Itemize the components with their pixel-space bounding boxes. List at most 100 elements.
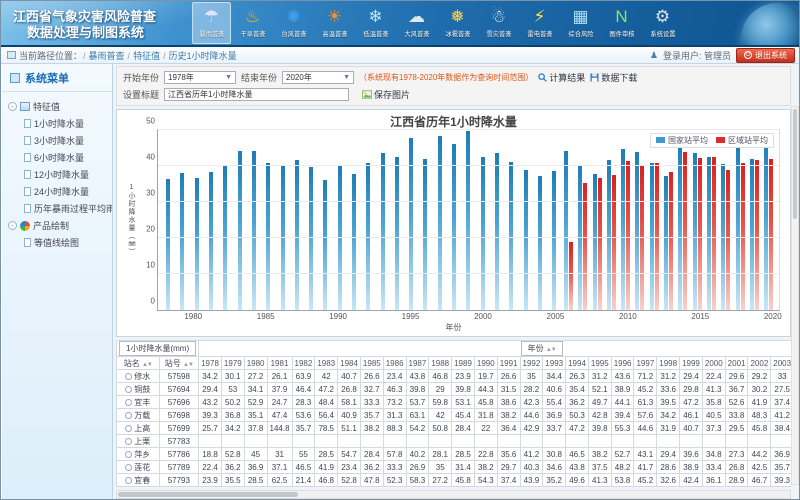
start-year-select[interactable]: 1978年▼ xyxy=(164,71,236,84)
sidebar-item-0-2[interactable]: 6小时降水量 xyxy=(24,149,110,166)
high-temp-survey-icon: ☀ xyxy=(323,5,347,29)
year-column-header[interactable]: 1989 xyxy=(452,357,475,370)
year-column-header[interactable]: 2001 xyxy=(725,357,748,370)
expander-icon[interactable]: - xyxy=(8,221,17,230)
scrollbar-thumb[interactable] xyxy=(793,109,797,219)
year-column-header[interactable]: 1985 xyxy=(360,357,383,370)
station-radio[interactable] xyxy=(125,477,132,484)
value-cell: 35.4 xyxy=(566,383,589,396)
year-column-header[interactable]: 1996 xyxy=(611,357,634,370)
bar-1988-national xyxy=(309,167,313,310)
station-radio[interactable] xyxy=(125,399,132,406)
toolbar-item-system-settings[interactable]: ⚙系统设置 xyxy=(643,2,682,44)
year-column-header[interactable]: 1997 xyxy=(634,357,657,370)
year-column-header[interactable]: 2002 xyxy=(748,357,771,370)
value-cell: 28.5 xyxy=(315,448,338,461)
value-cell: 39.8 xyxy=(588,422,611,435)
breadcrumb-item-0[interactable]: 暴雨普查 xyxy=(89,51,125,61)
year-column-header[interactable]: 1988 xyxy=(429,357,452,370)
expander-icon[interactable]: - xyxy=(8,102,17,111)
station-radio[interactable] xyxy=(125,412,132,419)
sidebar-item-label: 24小时降水量 xyxy=(34,185,89,198)
year-column-header[interactable]: 1987 xyxy=(406,357,429,370)
value-cell: 38.2 xyxy=(474,461,497,474)
year-column-header[interactable]: 1980 xyxy=(244,357,267,370)
toolbar-item-lightning-survey[interactable]: ⚡雷电普查 xyxy=(520,2,559,44)
save-image-button[interactable]: 保存图片 xyxy=(362,88,410,101)
year-column-header[interactable]: 1981 xyxy=(267,357,292,370)
year-column-header[interactable]: 1995 xyxy=(588,357,611,370)
scrollbar-thumb[interactable] xyxy=(118,492,298,497)
unit-selector-button[interactable]: 1小时降水量(mm) xyxy=(119,341,196,356)
year-column-header[interactable]: 1983 xyxy=(315,357,338,370)
vertical-scrollbar[interactable] xyxy=(791,106,799,485)
y-tick-label: 40 xyxy=(146,153,155,162)
station-id-cell: 57789 xyxy=(159,461,199,474)
year-column-header[interactable]: 1999 xyxy=(680,357,703,370)
bar-group-2013 xyxy=(661,130,675,310)
sidebar-item-0-0[interactable]: 1小时降水量 xyxy=(24,115,110,132)
toolbar-item-map-review[interactable]: N图件审核 xyxy=(602,2,641,44)
station-radio[interactable] xyxy=(125,438,132,445)
year-column-header[interactable]: 1993 xyxy=(543,357,566,370)
station-name-sort-header[interactable]: 站名 ▲▼ xyxy=(117,357,160,370)
year-column-header[interactable]: 1979 xyxy=(221,357,244,370)
toolbar-item-hail-survey[interactable]: ❅冰雹普查 xyxy=(438,2,477,44)
sidebar-group-0[interactable]: -特征值 xyxy=(8,98,110,115)
value-cell: 58.3 xyxy=(406,474,429,487)
station-id-sort-header[interactable]: 站号 ▲▼ xyxy=(159,357,199,370)
x-axis-label: 年份 xyxy=(123,322,784,333)
end-year-select[interactable]: 2020年▼ xyxy=(282,71,354,84)
logout-button[interactable]: ⏻ 退出系统 xyxy=(736,48,795,63)
station-radio[interactable] xyxy=(125,464,132,471)
power-icon: ⏻ xyxy=(744,51,752,59)
bar-group-2002 xyxy=(504,130,518,310)
year-column-header[interactable]: 1986 xyxy=(383,357,406,370)
toolbar-item-high-temp-survey[interactable]: ☀高温普查 xyxy=(315,2,354,44)
sidebar-item-0-3[interactable]: 12小时降水量 xyxy=(24,166,110,183)
year-column-header[interactable]: 1998 xyxy=(657,357,680,370)
year-column-header[interactable]: 1982 xyxy=(292,357,315,370)
toolbar-item-low-temp-survey[interactable]: ❄低温普查 xyxy=(356,2,395,44)
toolbar-item-drought-survey[interactable]: ♨干旱普查 xyxy=(233,2,272,44)
value-cell: 31.2 xyxy=(588,370,611,383)
year-column-header[interactable]: 1994 xyxy=(566,357,589,370)
value-cell: 30.8 xyxy=(543,448,566,461)
year-column-header[interactable]: 1992 xyxy=(520,357,543,370)
year-sort-header[interactable]: 年份 ▲▼ xyxy=(521,341,563,356)
bar-2016-national xyxy=(707,157,711,310)
toolbar-item-typhoon-survey[interactable]: ✺台风普查 xyxy=(274,2,313,44)
bar-1996-national xyxy=(423,159,427,310)
value-cell xyxy=(543,435,566,448)
toolbar-item-gale-survey[interactable]: ☁大风普查 xyxy=(397,2,436,44)
year-column-header[interactable]: 1991 xyxy=(497,357,520,370)
station-radio[interactable] xyxy=(125,425,132,432)
year-column-header[interactable]: 1978 xyxy=(199,357,222,370)
sidebar-group-1[interactable]: -产品绘制 xyxy=(8,217,110,234)
year-column-header[interactable]: 2000 xyxy=(702,357,725,370)
toolbar-item-comprehensive-risk[interactable]: ▦综合风险 xyxy=(561,2,600,44)
chart-title-input[interactable] xyxy=(164,88,349,101)
calculate-button[interactable]: 计算结果 xyxy=(538,71,585,84)
toolbar-item-snow-survey[interactable]: ☃雪灾普查 xyxy=(479,2,518,44)
station-radio[interactable] xyxy=(125,386,132,393)
sidebar-item-0-5[interactable]: 历年暴雨过程平均雨量 xyxy=(24,200,110,217)
breadcrumb-item-2[interactable]: 历史1小时降水量 xyxy=(169,51,237,61)
sidebar-item-0-4[interactable]: 24小时降水量 xyxy=(24,183,110,200)
year-column-header[interactable]: 1990 xyxy=(474,357,497,370)
bar-group-1982 xyxy=(218,130,232,310)
year-column-header[interactable]: 1984 xyxy=(338,357,361,370)
download-button[interactable]: 数据下载 xyxy=(590,71,637,84)
horizontal-scrollbar[interactable] xyxy=(116,490,791,499)
station-name-cell: 上栗 xyxy=(117,435,160,448)
value-cell: 36.2 xyxy=(566,396,589,409)
station-radio[interactable] xyxy=(125,373,132,380)
sidebar-item-0-1[interactable]: 3小时降水量 xyxy=(24,132,110,149)
bar-2006-regional xyxy=(569,242,573,310)
toolbar-item-rainstorm-survey[interactable]: ☂暴雨普查 xyxy=(192,2,231,44)
table-row: 上高5769925.734.237.8144.835.778.551.138.2… xyxy=(117,422,792,435)
station-radio[interactable] xyxy=(125,451,132,458)
breadcrumb-item-1[interactable]: 特征值 xyxy=(133,51,160,61)
year-column-header[interactable]: 2003 xyxy=(771,357,791,370)
sidebar-item-1-0[interactable]: 等值线绘图 xyxy=(24,234,110,251)
